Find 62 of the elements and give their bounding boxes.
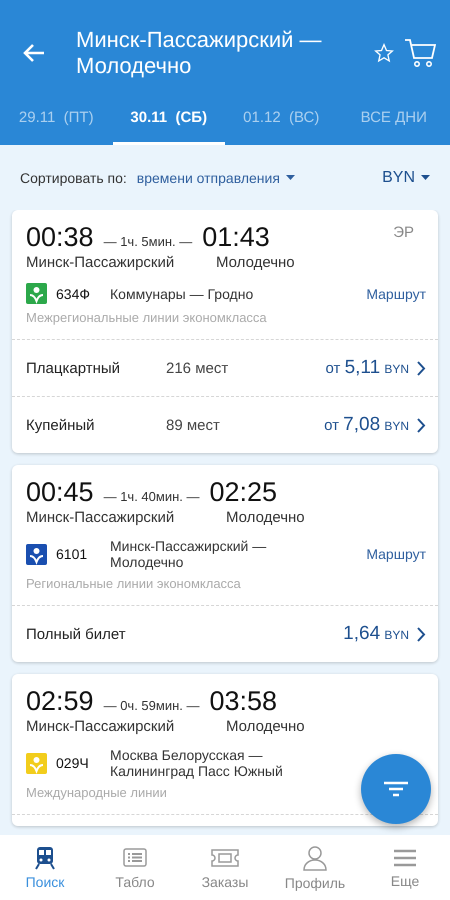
departure-time: 02:59 [26, 686, 94, 717]
fare-price: от 7,08 BYN [324, 414, 409, 436]
sort-label: Сортировать по: [20, 170, 127, 186]
train-route: Москва Белорусская — Калининград Пасс Южный [110, 747, 284, 779]
route-link[interactable]: Маршрут [366, 546, 426, 562]
arrival-time: 02:25 [209, 477, 278, 508]
trip-duration: — 1ч. 40мин. — [104, 489, 200, 504]
caret-down-icon [286, 175, 295, 180]
arrival-station: Молодечно [226, 718, 305, 735]
fare-row[interactable]: Полный билет 1,64 BYN [12, 605, 438, 662]
date-tab[interactable]: 30.11 (СБ) [112, 90, 225, 145]
train-route: Минск-Пассажирский — Молодечно [110, 538, 268, 570]
train-category: Международные линии [26, 785, 167, 800]
chevron-right-icon [417, 626, 426, 642]
trip-duration: — 1ч. 5мин. — [104, 234, 192, 249]
train-route: Коммунары — Гродно [110, 286, 254, 302]
train-number: 6101 [56, 546, 88, 562]
board-icon [122, 846, 148, 870]
train-number: 029Ч [56, 755, 90, 771]
fare-row[interactable]: Купейный 89 мест от 7,08 BYN [12, 396, 438, 453]
trip-duration: — 0ч. 59мин. — [104, 698, 200, 713]
chevron-right-icon [417, 418, 426, 432]
fare-class: Полный билет [26, 626, 127, 642]
nav-tab[interactable]: Еще [360, 835, 450, 900]
sort-dropdown[interactable]: времени отправления [136, 170, 295, 186]
caret-down-icon [421, 175, 430, 180]
arrival-time: 01:43 [202, 222, 270, 253]
seat-count: 216 мест [166, 360, 228, 376]
star-icon[interactable] [374, 43, 394, 63]
train-card[interactable]: 00:45 — 1ч. 40мин. — 02:25 Минск-Пассажирский Молодечно 6101 Минск-Пассажирский — Молодечно Маршрут Региональные линии экономкласса Полный билет 1,64 BYN [12, 465, 438, 662]
fare-class: Купейный [26, 416, 96, 434]
departure-station: Минск-Пассажирский [26, 509, 174, 526]
fare-price: от 5,11 BYN [326, 357, 409, 379]
nav-tab[interactable]: Профиль [270, 835, 360, 900]
fare-class: Плацкартный [26, 360, 122, 376]
train-card[interactable]: 00:38 — 1ч. 5мин. — 01:43 ЭР Минск-Пассажирский Молодечно 634Ф Коммунары — Гродно Маршрут Межрегиональные линии экономкласса Плацкартный 216 мест от 5,11 BYN Купейный 89 мест от 7,08 BYN [12, 210, 438, 453]
departure-station: Минск-Пассажирский [26, 254, 174, 271]
departure-time: 00:45 [26, 477, 94, 508]
arrival-station: Молодечно [216, 254, 295, 271]
train-category: Региональные линии экономкласса [26, 576, 241, 591]
departure-time: 00:38 [26, 222, 94, 253]
train-card[interactable]: 02:59 — 0ч. 59мин. — 03:58 Минск-Пассажирский Молодечно 029Ч Москва Белорусская — Калининград Пасс Южный Международные линии [12, 674, 438, 826]
route-link[interactable]: Маршрут [366, 286, 426, 302]
arrival-station: Молодечно [226, 509, 305, 526]
nav-tab[interactable]: Поиск [0, 835, 90, 900]
filter-icon [383, 781, 409, 797]
arrival-time: 03:58 [209, 686, 278, 717]
fare-row[interactable]: Плацкартный 216 мест от 5,11 BYN [12, 339, 438, 396]
train-category: Межрегиональные линии экономкласса [26, 310, 267, 325]
fare-price: 1,64 BYN [343, 623, 409, 645]
train-type: ЭР [393, 224, 414, 241]
person-icon [302, 844, 328, 870]
seat-count: 89 мест [166, 416, 220, 434]
train-number: 634Ф [56, 286, 92, 302]
chevron-right-icon [417, 360, 426, 376]
back-arrow-icon[interactable] [22, 43, 46, 63]
nav-tab[interactable]: Заказы [180, 835, 270, 900]
cart-icon[interactable] [404, 38, 436, 68]
nav-tab[interactable]: Табло [90, 835, 180, 900]
departure-station: Минск-Пассажирский [26, 718, 174, 735]
currency-dropdown[interactable]: BYN [382, 168, 430, 186]
route-title: Минск-Пассажирский — Молодечно [76, 27, 323, 79]
